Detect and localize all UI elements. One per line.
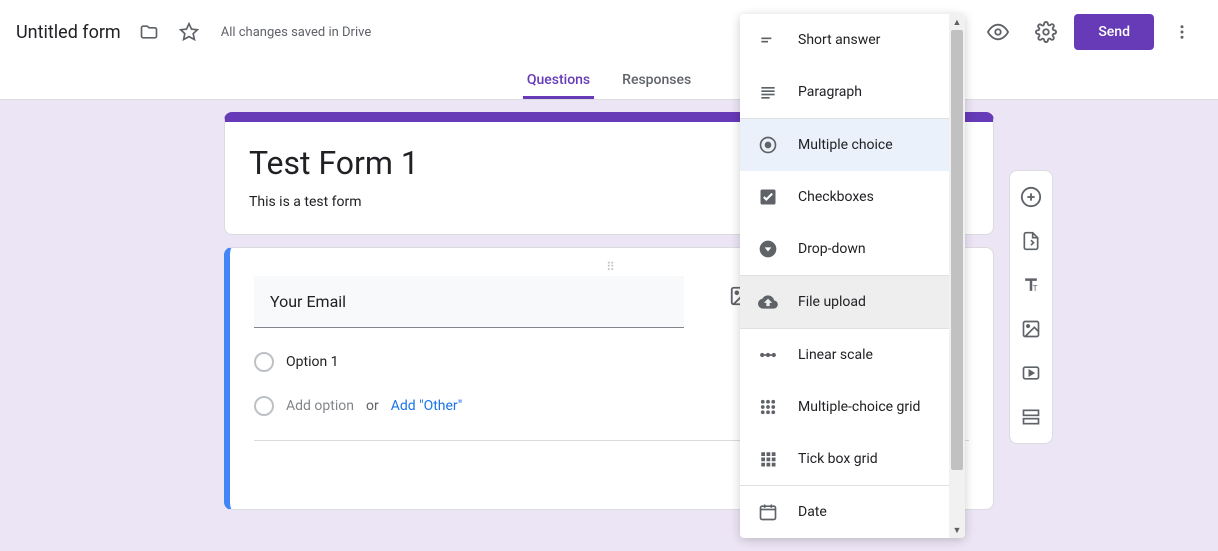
short-answer-icon: [756, 28, 780, 52]
linear-scale-icon: [756, 343, 780, 367]
multiple-choice-icon: [756, 133, 780, 157]
top-bar: Untitled form All changes saved in Drive…: [0, 0, 1218, 64]
scroll-thumb[interactable]: [951, 30, 963, 470]
more-icon[interactable]: [1162, 12, 1202, 52]
tab-questions[interactable]: Questions: [523, 64, 594, 99]
add-video-icon[interactable]: [1013, 355, 1049, 391]
question-input[interactable]: [254, 276, 684, 328]
add-image-tool-icon[interactable]: [1013, 311, 1049, 347]
import-questions-icon[interactable]: [1013, 223, 1049, 259]
add-question-icon[interactable]: [1013, 179, 1049, 215]
svg-text:T: T: [1033, 284, 1038, 294]
move-folder-icon[interactable]: [137, 20, 161, 44]
radio-icon: [254, 396, 274, 416]
scroll-up-icon[interactable]: ▲: [949, 14, 965, 30]
question-type-dropdown: Short answer Paragraph Multiple choice C…: [740, 14, 965, 538]
add-title-icon[interactable]: T: [1013, 267, 1049, 303]
tick-box-grid-icon: [756, 447, 780, 471]
save-status: All changes saved in Drive: [221, 25, 372, 40]
side-toolbar: T: [1009, 170, 1053, 444]
star-icon[interactable]: [177, 20, 201, 44]
radio-icon: [254, 352, 274, 372]
dropdown-icon: [756, 237, 780, 261]
dropdown-item-file-upload[interactable]: File upload: [740, 276, 949, 328]
add-other-button[interactable]: Add "Other": [391, 398, 463, 414]
dropdown-scrollbar[interactable]: ▲ ▼: [949, 14, 965, 538]
dropdown-item-dropdown[interactable]: Drop-down: [740, 223, 949, 275]
paragraph-icon: [756, 80, 780, 104]
dropdown-item-short-answer[interactable]: Short answer: [740, 14, 949, 66]
checkboxes-icon: [756, 185, 780, 209]
dropdown-item-linear-scale[interactable]: Linear scale: [740, 329, 949, 381]
dropdown-item-multiple-choice[interactable]: Multiple choice: [740, 119, 949, 171]
date-icon: [756, 500, 780, 524]
dropdown-item-multiple-choice-grid[interactable]: Multiple-choice grid: [740, 381, 949, 433]
tabs: Questions Responses: [0, 64, 1218, 100]
doc-title[interactable]: Untitled form: [16, 22, 121, 43]
option-label[interactable]: Option 1: [286, 354, 339, 370]
multiple-choice-grid-icon: [756, 395, 780, 419]
add-option-button[interactable]: Add option: [286, 398, 354, 414]
dropdown-item-paragraph[interactable]: Paragraph: [740, 66, 949, 118]
top-actions: Send: [978, 12, 1202, 52]
or-text: or: [366, 398, 379, 414]
add-section-icon[interactable]: [1013, 399, 1049, 435]
file-upload-icon: [756, 290, 780, 314]
dropdown-item-date[interactable]: Date: [740, 486, 949, 538]
send-button[interactable]: Send: [1074, 14, 1154, 50]
scroll-down-icon[interactable]: ▼: [949, 522, 965, 538]
tab-responses[interactable]: Responses: [618, 64, 695, 99]
preview-icon[interactable]: [978, 12, 1018, 52]
settings-icon[interactable]: [1026, 12, 1066, 52]
dropdown-item-checkboxes[interactable]: Checkboxes: [740, 171, 949, 223]
dropdown-item-tick-box-grid[interactable]: Tick box grid: [740, 433, 949, 485]
